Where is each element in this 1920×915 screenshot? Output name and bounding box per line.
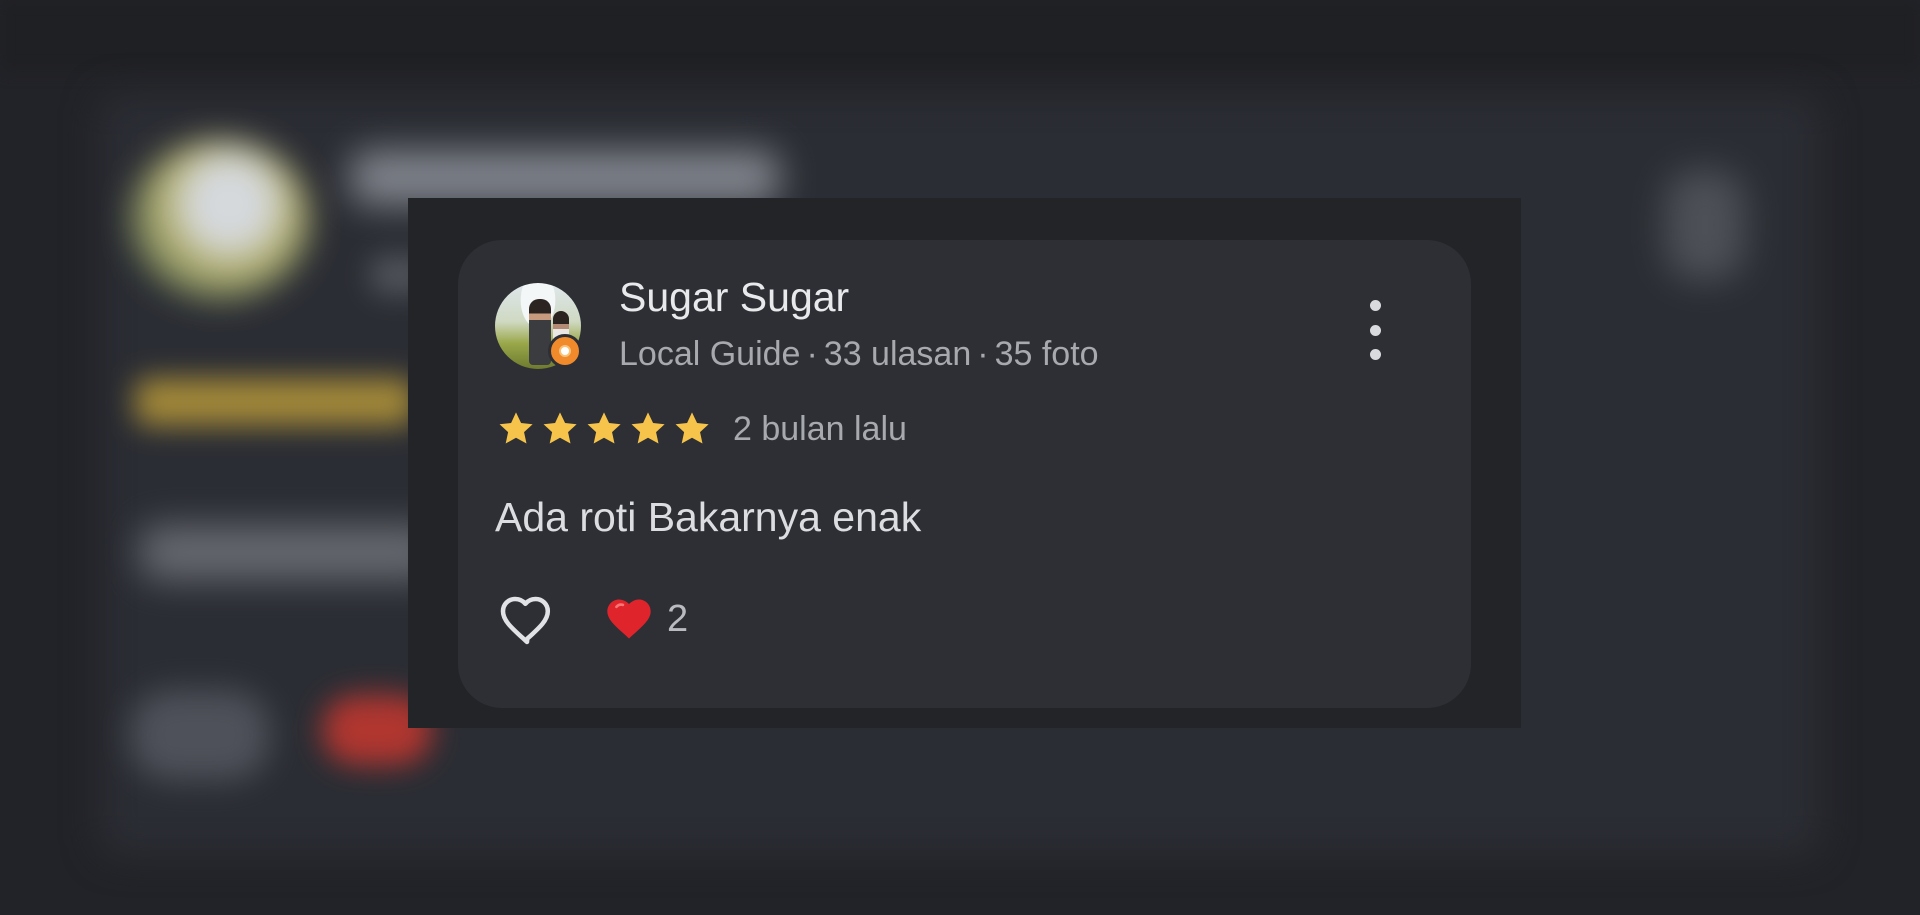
review-text: Ada roti Bakarnya enak [495, 494, 922, 540]
star-rating [495, 408, 713, 450]
star-icon [631, 412, 665, 444]
reviewer-role: Local Guide [619, 335, 801, 373]
more-vert-icon [1369, 300, 1381, 311]
review-popup: Sugar Sugar Local Guide · 33 ulasan · 35 fot… [408, 198, 1521, 728]
more-options-button[interactable] [1358, 300, 1392, 360]
review-actions: 2 [495, 587, 688, 651]
background-text-blur [140, 525, 440, 580]
meta-separator: · [806, 335, 818, 373]
star-icon [499, 412, 533, 444]
red-heart-icon [607, 599, 651, 639]
review-card: Sugar Sugar Local Guide · 33 ulasan · 35 fot… [458, 240, 1471, 708]
background-name-blur [350, 150, 780, 205]
background-stars-blur [135, 378, 415, 426]
reaction-summary[interactable]: 2 [603, 593, 688, 645]
rating-row: 2 bulan lalu [495, 408, 907, 450]
star-icon [543, 412, 577, 444]
heart-outline-icon[interactable] [495, 587, 559, 651]
local-guide-badge-icon [548, 334, 582, 368]
star-icon [675, 412, 709, 444]
reviews-count: 33 ulasan [823, 335, 972, 373]
reviewer-meta: Local Guide · 33 ulasan · 35 foto [619, 335, 1099, 374]
review-time: 2 bulan lalu [733, 409, 907, 448]
reaction-count: 2 [667, 597, 689, 640]
photos-count: 35 foto [994, 335, 1099, 373]
more-vert-icon [1369, 324, 1381, 336]
meta-separator: · [977, 335, 989, 373]
star-icon [587, 412, 621, 444]
background-menu-blur [1665, 170, 1745, 280]
more-vert-icon [1369, 349, 1381, 360]
reviewer-name[interactable]: Sugar Sugar [619, 274, 849, 321]
background-top-strip [0, 0, 1920, 70]
background-like-blur [130, 690, 270, 780]
background-avatar-blur [130, 140, 310, 300]
